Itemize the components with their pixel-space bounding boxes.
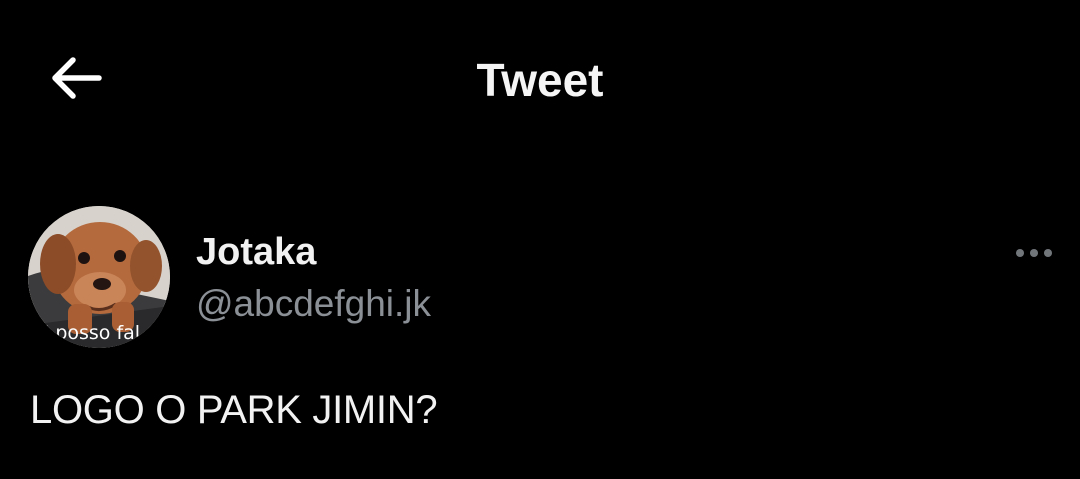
more-horizontal-icon (1016, 249, 1024, 257)
more-options-button[interactable] (1010, 240, 1058, 266)
avatar-image: i posso fal (28, 206, 170, 348)
more-horizontal-icon (1044, 249, 1052, 257)
more-horizontal-icon (1030, 249, 1038, 257)
author-handle[interactable]: @abcdefghi.jk (196, 282, 431, 326)
top-bar: Tweet (0, 0, 1080, 160)
avatar[interactable]: i posso fal (28, 206, 170, 348)
author-display-name[interactable]: Jotaka (196, 230, 316, 274)
tweet: i posso fal Jotaka @abcdefghi.jk LOGO O … (0, 196, 1080, 479)
page-title: Tweet (476, 54, 604, 106)
tweet-text: LOGO O PARK JIMIN? (30, 388, 438, 432)
avatar-caption: i posso fal (44, 322, 140, 344)
